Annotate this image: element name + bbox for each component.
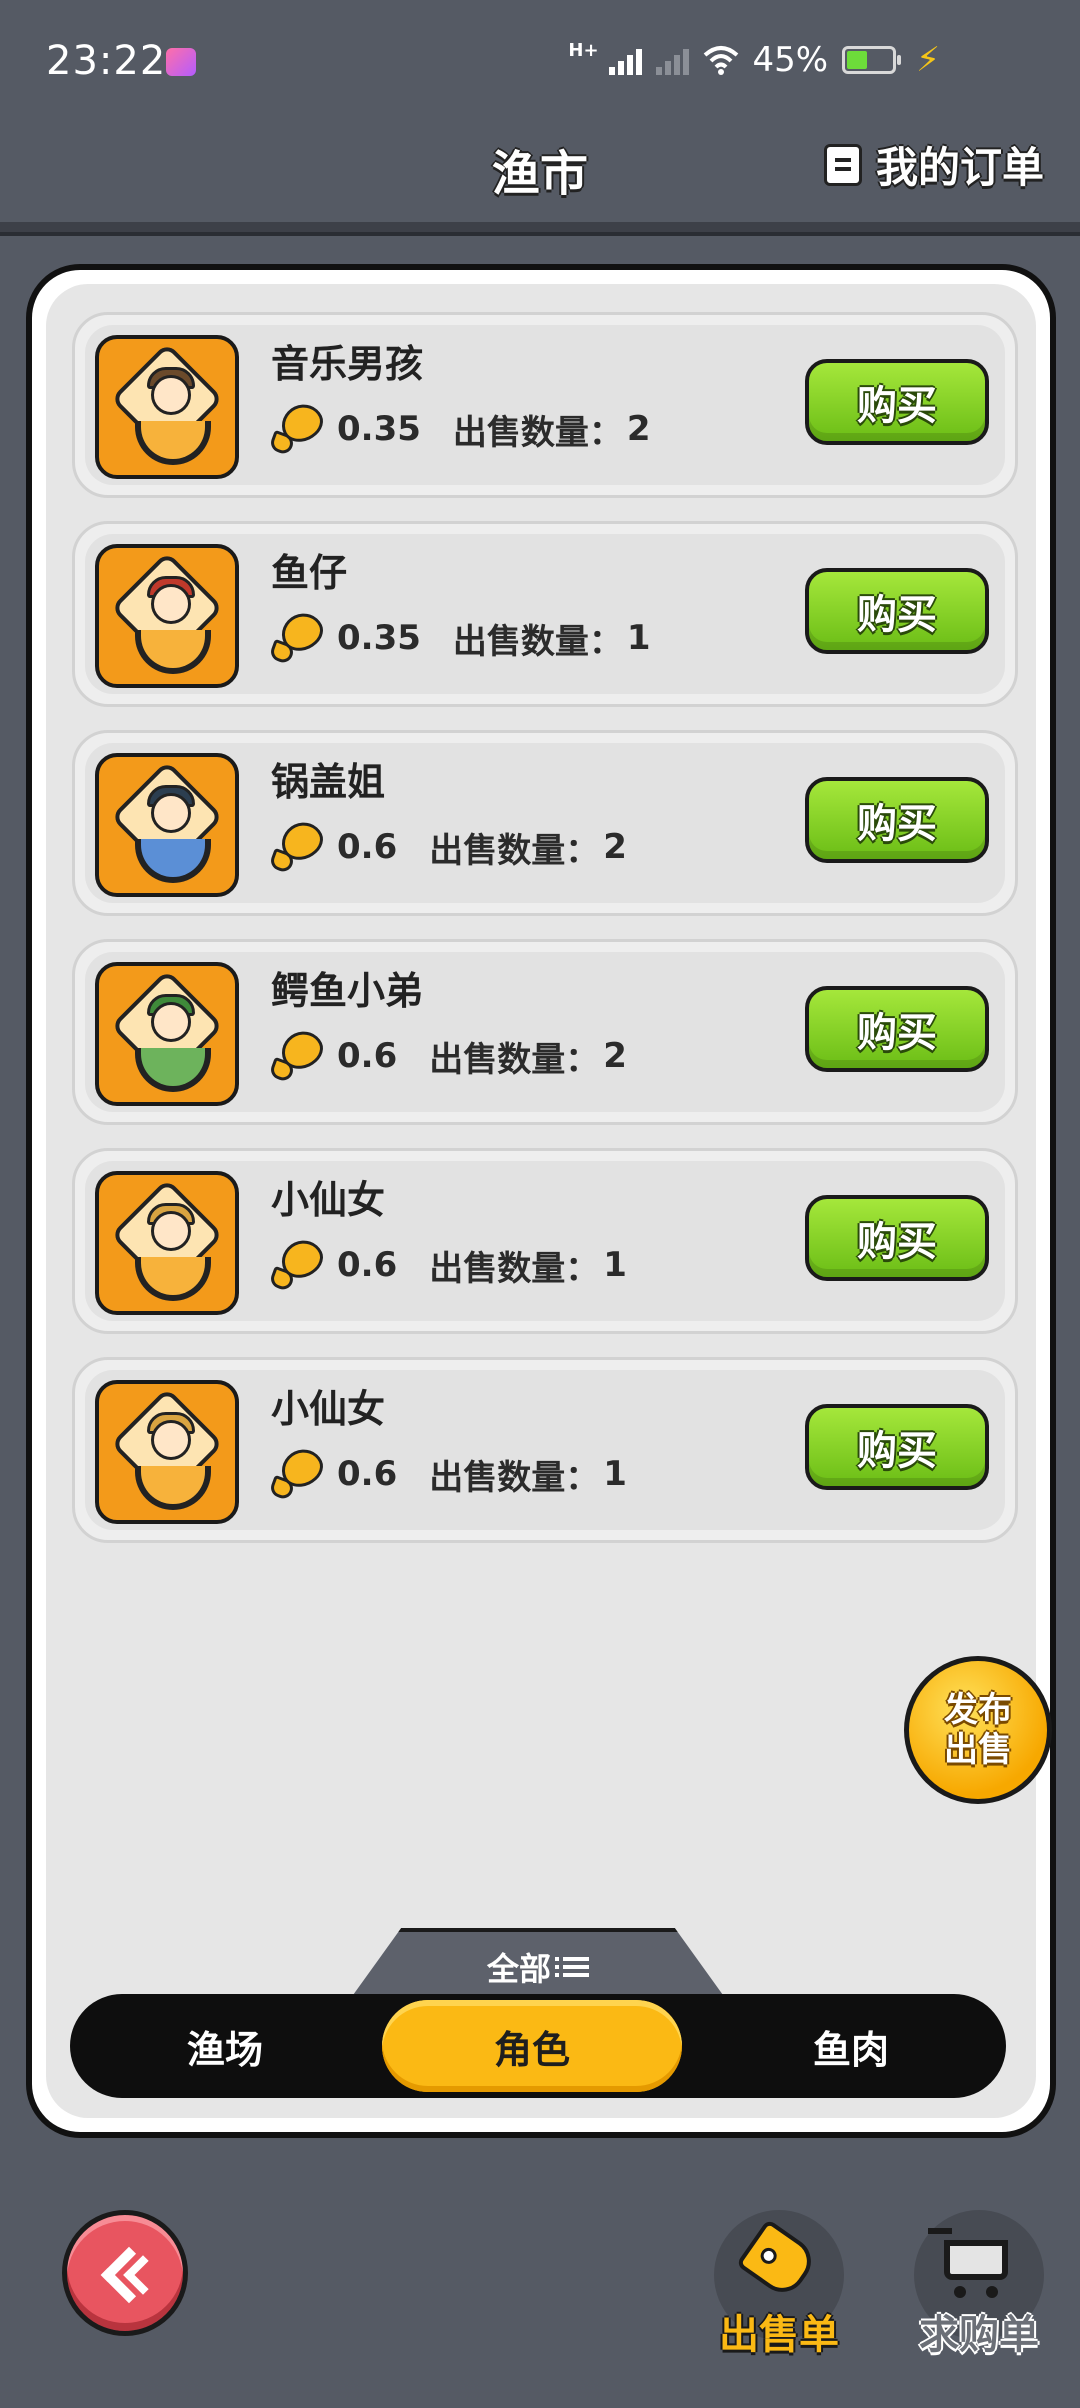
fish-coin-icon xyxy=(268,1024,329,1084)
fish-coin-icon xyxy=(268,397,329,457)
fish-coin-icon xyxy=(268,1442,329,1502)
item-price: 0.6 xyxy=(337,827,398,867)
buy-button[interactable]: 购买 xyxy=(805,568,989,654)
qty-value: 1 xyxy=(626,618,651,658)
item-name: 鳄鱼小弟 xyxy=(271,969,424,1013)
qty-value: 2 xyxy=(603,1036,627,1076)
buy-button[interactable]: 购买 xyxy=(805,986,989,1072)
qty-value: 1 xyxy=(603,1454,627,1494)
cell-signal-2-icon xyxy=(655,45,689,75)
character-avatar[interactable] xyxy=(95,1171,239,1315)
item-meta: 0.6 出售数量： 2 xyxy=(268,1024,627,1084)
back-arrow-icon xyxy=(101,2249,149,2297)
character-avatar[interactable] xyxy=(95,962,239,1106)
item-price: 0.6 xyxy=(337,1245,398,1285)
item-price: 0.35 xyxy=(337,409,421,449)
item-price: 0.6 xyxy=(337,1454,398,1494)
publish-label-line2: 出售 xyxy=(944,1730,1012,1770)
cart-icon xyxy=(928,2228,1008,2298)
buy-button[interactable]: 购买 xyxy=(805,1404,989,1490)
list-icon xyxy=(555,1957,589,1977)
charging-icon: ⚡ xyxy=(916,40,940,80)
publish-label-line1: 发布 xyxy=(944,1690,1012,1730)
item-meta: 0.6 出售数量： 1 xyxy=(268,1442,627,1502)
status-time: 23:22 xyxy=(46,38,167,84)
filter-label: 全部 xyxy=(486,1950,551,1988)
qty-label: 出售数量： xyxy=(452,621,623,662)
status-indicators: H+ 45% ⚡ xyxy=(568,40,940,80)
buy-button[interactable]: 购买 xyxy=(805,359,989,445)
category-tabs: 渔场 角色 鱼肉 xyxy=(70,1994,1006,2098)
notification-app-icon xyxy=(166,48,196,76)
my-orders-button[interactable]: 我的订单 xyxy=(823,134,1044,195)
battery-percent: 45% xyxy=(752,40,829,80)
item-meta: 0.6 出售数量： 2 xyxy=(268,815,627,875)
list-item: 音乐男孩 0.35 出售数量： 2 购买 xyxy=(72,312,1018,498)
character-avatar[interactable] xyxy=(95,335,239,479)
qty-label: 出售数量： xyxy=(429,1248,600,1289)
sell-list-button[interactable]: 出售单 xyxy=(714,2210,844,2358)
document-icon xyxy=(823,143,862,186)
item-meta: 0.35 出售数量： 2 xyxy=(268,397,651,457)
market-panel-inner: 音乐男孩 0.35 出售数量： 2 购买 鱼仔 0.35 出售数量： 1 购买 … xyxy=(46,284,1036,2118)
fish-coin-icon xyxy=(268,815,329,875)
listing-list: 音乐男孩 0.35 出售数量： 2 购买 鱼仔 0.35 出售数量： 1 购买 … xyxy=(72,312,1018,1566)
character-avatar[interactable] xyxy=(95,1380,239,1524)
network-type: H+ xyxy=(568,40,599,61)
item-meta: 0.6 出售数量： 1 xyxy=(268,1233,627,1293)
item-name: 小仙女 xyxy=(271,1178,386,1222)
qty-value: 1 xyxy=(603,1245,627,1285)
header-divider xyxy=(0,222,1080,236)
buy-button[interactable]: 购买 xyxy=(805,1195,989,1281)
item-price: 0.35 xyxy=(337,618,421,658)
fish-coin-icon xyxy=(268,606,329,666)
tab-fish-meat[interactable]: 鱼肉 xyxy=(696,1994,1006,2098)
filter-button[interactable]: 全部 xyxy=(354,1932,722,2002)
buy-request-label: 求购单 xyxy=(919,2312,1039,2358)
status-bar: 23:22 H+ 45% ⚡ xyxy=(0,0,1080,130)
item-name: 音乐男孩 xyxy=(271,342,424,386)
item-price: 0.6 xyxy=(337,1036,398,1076)
list-item: 鱼仔 0.35 出售数量： 1 购买 xyxy=(72,521,1018,707)
item-meta: 0.35 出售数量： 1 xyxy=(268,606,651,666)
buy-request-button[interactable]: 求购单 xyxy=(914,2210,1044,2358)
qty-value: 2 xyxy=(603,827,627,867)
qty-label: 出售数量： xyxy=(452,412,623,453)
back-button[interactable] xyxy=(62,2210,188,2336)
list-item: 小仙女 0.6 出售数量： 1 购买 xyxy=(72,1148,1018,1334)
character-avatar[interactable] xyxy=(95,544,239,688)
publish-sale-button[interactable]: 发布 出售 xyxy=(904,1656,1052,1804)
qty-label: 出售数量： xyxy=(429,1039,600,1080)
qty-value: 2 xyxy=(626,409,651,449)
my-orders-label: 我的订单 xyxy=(875,143,1044,192)
item-name: 小仙女 xyxy=(271,1387,386,1431)
qty-label: 出售数量： xyxy=(429,1457,600,1498)
tab-fishery[interactable]: 渔场 xyxy=(70,1994,380,2098)
fish-coin-icon xyxy=(268,1233,329,1293)
sell-list-label: 出售单 xyxy=(719,2312,839,2358)
list-item: 小仙女 0.6 出售数量： 1 购买 xyxy=(72,1357,1018,1543)
battery-icon xyxy=(842,46,902,74)
qty-label: 出售数量： xyxy=(429,830,600,871)
tab-character[interactable]: 角色 xyxy=(382,2000,682,2092)
character-avatar[interactable] xyxy=(95,753,239,897)
buy-button[interactable]: 购买 xyxy=(805,777,989,863)
item-name: 鱼仔 xyxy=(271,551,348,595)
list-item: 鳄鱼小弟 0.6 出售数量： 2 购买 xyxy=(72,939,1018,1125)
market-panel: 音乐男孩 0.35 出售数量： 2 购买 鱼仔 0.35 出售数量： 1 购买 … xyxy=(26,264,1056,2138)
wifi-icon xyxy=(703,46,738,75)
item-name: 锅盖姐 xyxy=(271,760,386,804)
list-item: 锅盖姐 0.6 出售数量： 2 购买 xyxy=(72,730,1018,916)
cell-signal-icon xyxy=(608,45,642,75)
